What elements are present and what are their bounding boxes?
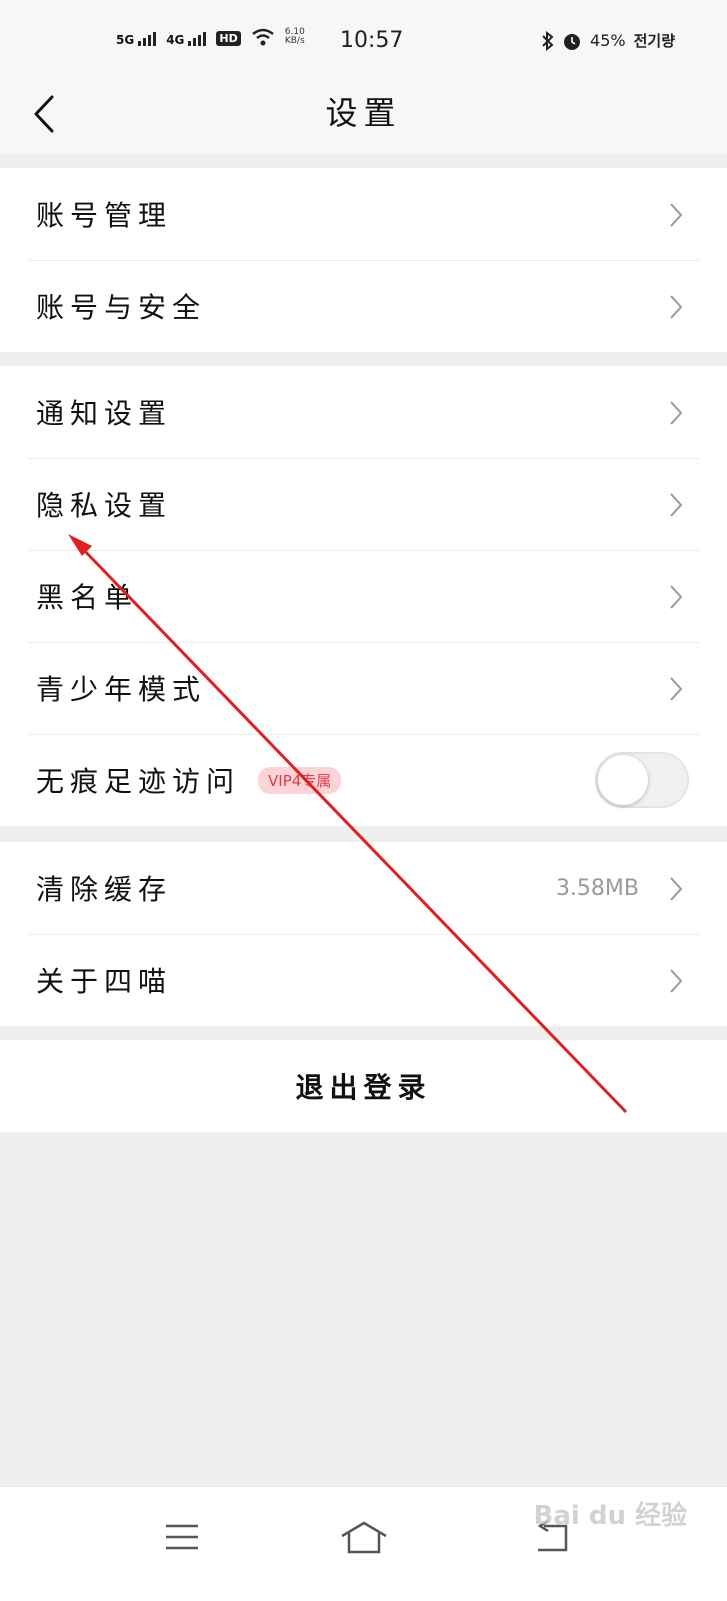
status-left: 5G 4G HD 6.10 KB/s [116,28,305,46]
status-right: 45% 전기량 [542,30,675,51]
menu-item-label: 账号与安全 [36,291,207,324]
menu-item-about[interactable]: 关于四喵 [0,934,727,1026]
network-speed: 6.10 KB/s [284,27,305,46]
menu-item-label: 关于四喵 [36,965,173,998]
chevron-right-icon [670,677,683,701]
vip-badge: VIP4专属 [258,766,342,794]
chevron-right-icon [670,401,683,425]
chevron-right-icon [670,969,683,993]
toggle-knob [598,755,648,805]
menu-item-account-management[interactable]: 账号管理 [0,168,727,260]
chevron-right-icon [670,585,683,609]
cache-size: 3.58MB [555,875,639,901]
logout-button[interactable]: 退出登录 [0,1040,727,1132]
signal-4g-icon: 4G [166,32,207,46]
header: 设置 [0,84,727,154]
chevron-right-icon [670,203,683,227]
settings-group: 通知设置 隐私设置 黑名单 青少年模式 无痕足迹访问 VIP4专属 [0,366,727,826]
menu-item-clear-cache[interactable]: 清除缓存 3.58MB [0,842,727,934]
wifi-icon [251,28,274,46]
menu-item-label: 账号管理 [36,199,173,232]
page-title: 设置 [325,94,402,132]
battery-level: 45% [590,31,626,50]
nav-home-button[interactable] [334,1507,394,1567]
logout-label: 退出登录 [295,1071,432,1104]
menu-item-label: 黑名单 [36,581,139,614]
menu-item-blacklist[interactable]: 黑名单 [0,550,727,642]
menu-item-label: 青少年模式 [36,673,207,706]
menu-item-account-security[interactable]: 账号与安全 [0,260,727,352]
menu-item-notification-settings[interactable]: 通知设置 [0,366,727,458]
alarm-icon [564,33,581,50]
menu-item-label: 清除缓存 [36,873,173,906]
incognito-toggle[interactable] [595,752,689,808]
chevron-right-icon [670,877,683,901]
home-icon [341,1521,387,1554]
signal-5g-icon: 5G [116,32,157,46]
menu-icon [166,1524,198,1550]
account-group: 账号管理 账号与安全 [0,168,727,352]
bluetooth-icon [542,30,554,51]
menu-item-label: 隐私设置 [36,489,173,522]
chevron-right-icon [670,295,683,319]
status-bar: 5G 4G HD 6.10 KB/s 10:57 45% 전기량 [0,0,727,84]
menu-item-label: 通知设置 [36,397,173,430]
menu-item-label: 无痕足迹访问 [36,765,241,798]
watermark: Bai du 经验 [533,1501,688,1531]
menu-item-incognito-visit: 无痕足迹访问 VIP4专属 [0,734,727,826]
chevron-right-icon [670,493,683,517]
misc-group: 清除缓存 3.58MB 关于四喵 [0,842,727,1026]
menu-item-teen-mode[interactable]: 青少年模式 [0,642,727,734]
menu-item-privacy-settings[interactable]: 隐私设置 [0,458,727,550]
status-time: 10:57 [340,28,404,53]
carrier-label: 전기량 [633,32,675,50]
hd-icon: HD [216,31,241,46]
nav-menu-button[interactable] [152,1507,212,1567]
